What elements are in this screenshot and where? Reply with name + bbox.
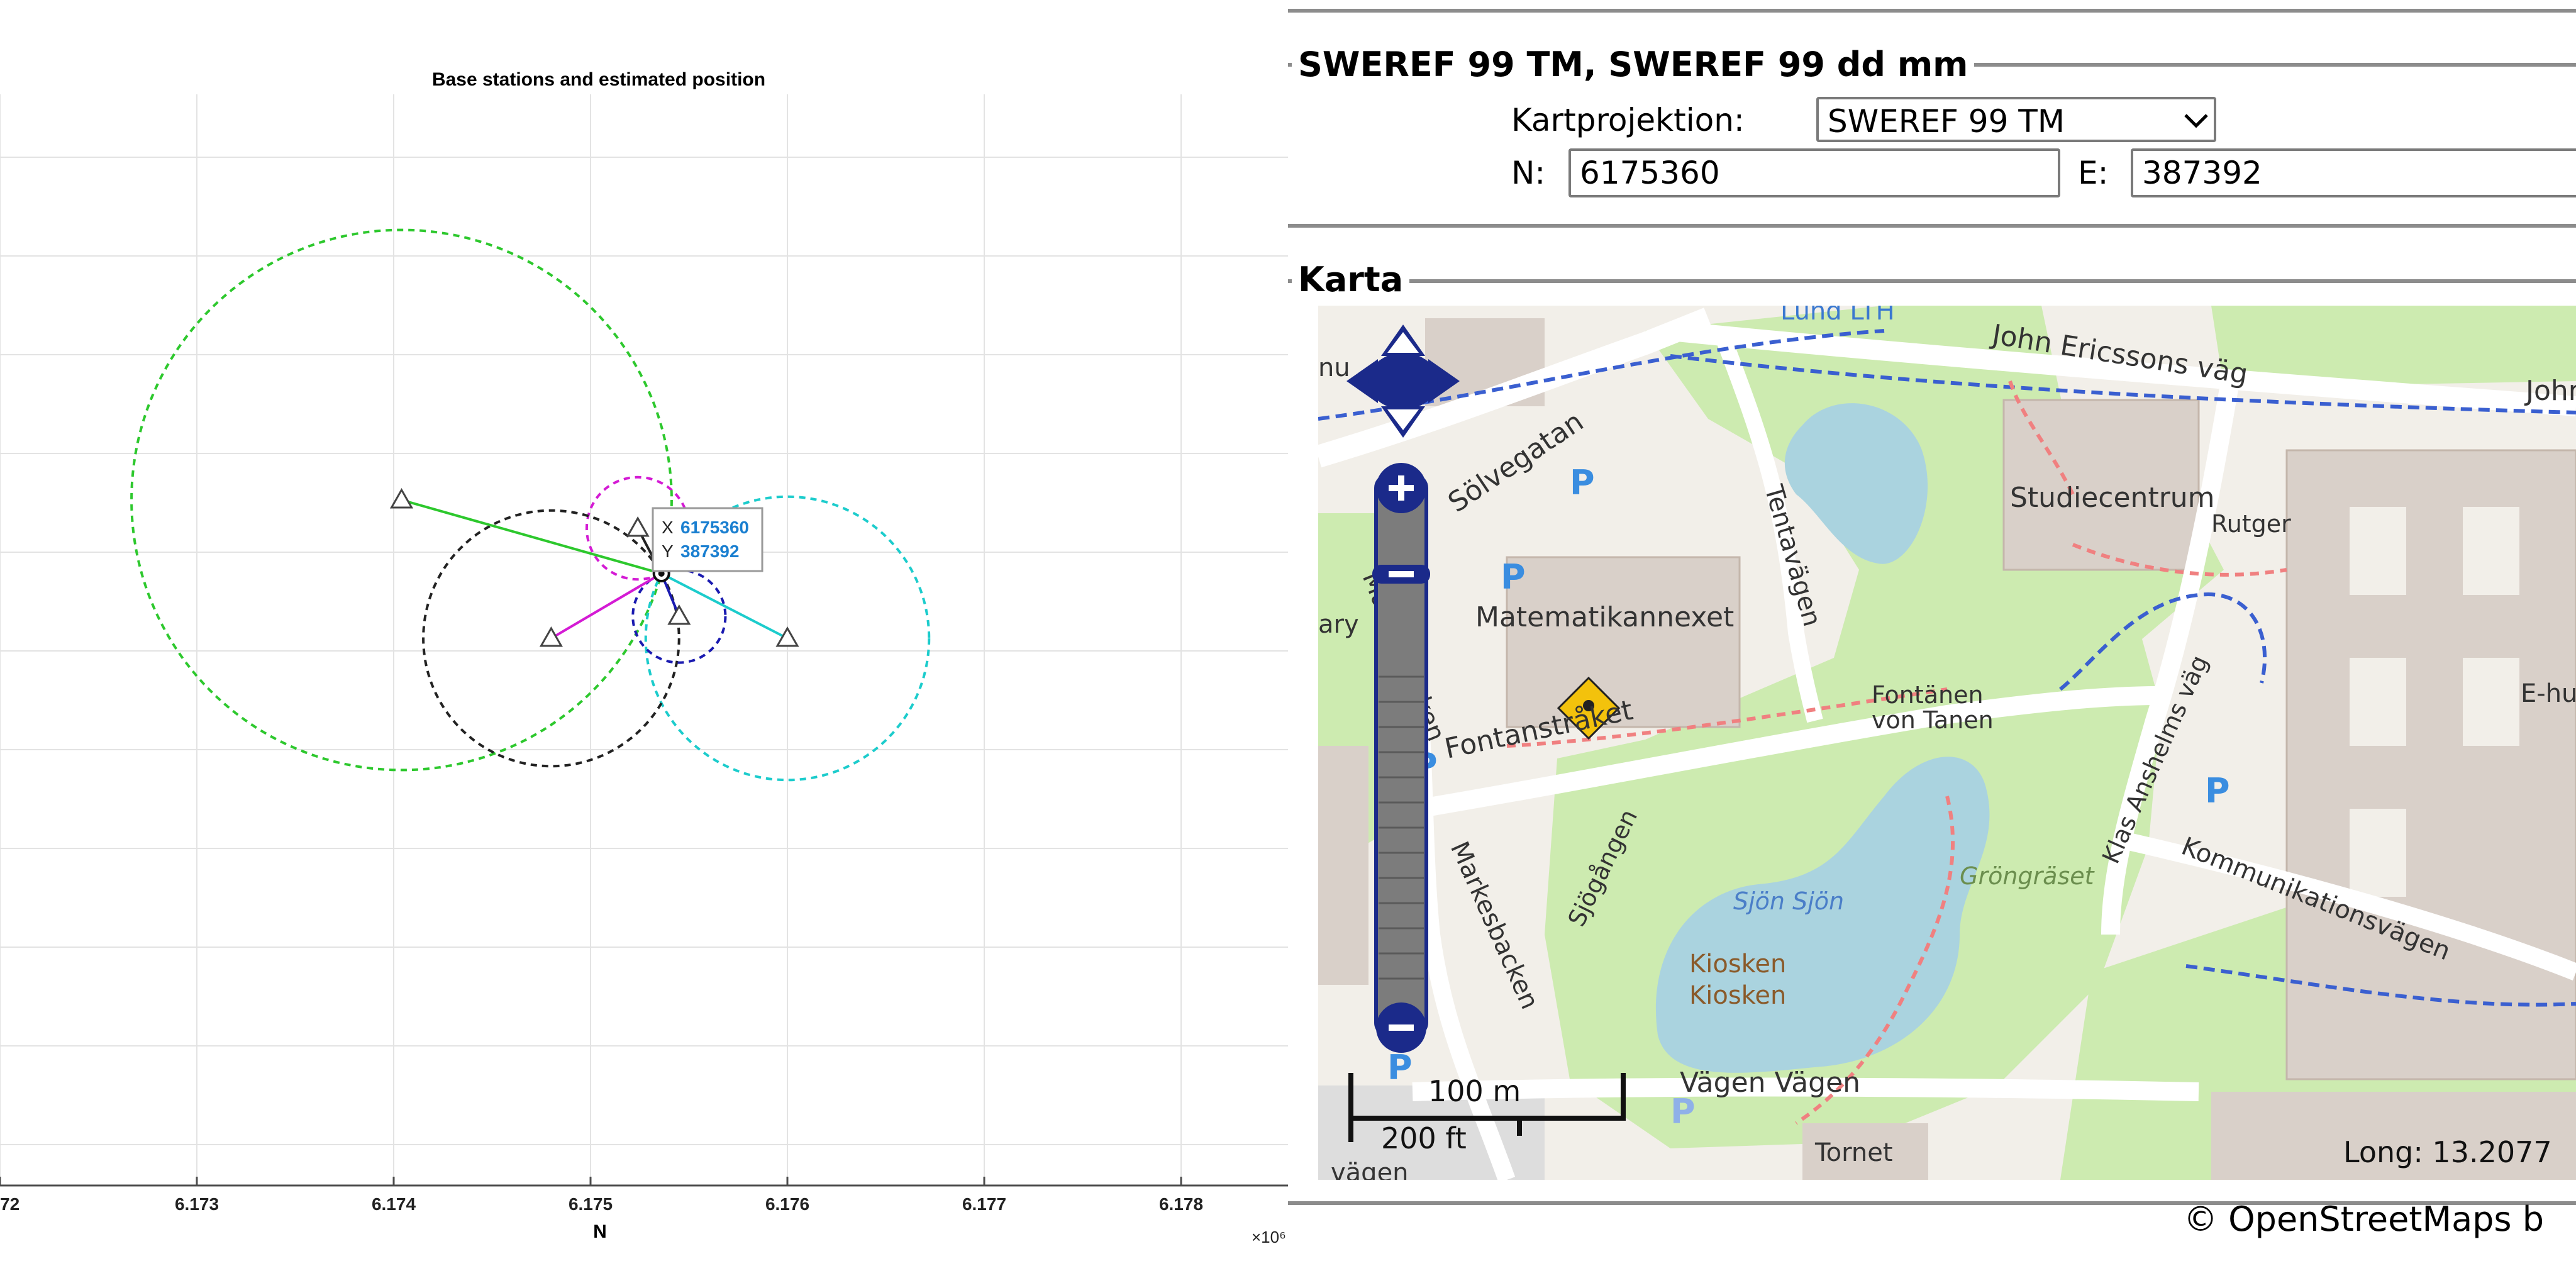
map-label-tornet: Tornet bbox=[1814, 1138, 1893, 1167]
plot-grid bbox=[0, 94, 1288, 1185]
e-input-value: 387392 bbox=[2142, 155, 2262, 191]
building-courtyard-2 bbox=[2350, 658, 2406, 746]
building-courtyard-3 bbox=[2350, 809, 2406, 897]
datatip-x-value: 6175360 bbox=[680, 518, 749, 537]
map-view[interactable]: P P P P P P P Lund LTH John Ericssons vä… bbox=[1318, 306, 2576, 1180]
map-label-vagen: Vägen Vägen bbox=[1680, 1067, 1860, 1099]
map-fieldset-legend: Karta bbox=[1292, 263, 1410, 297]
map-label-grongraset: Gröngräset bbox=[1960, 862, 2096, 890]
building-e-huset bbox=[2285, 449, 2576, 1080]
coord-fieldset bbox=[1288, 63, 2576, 228]
base-station-marker bbox=[539, 626, 563, 647]
base-station-marker bbox=[389, 487, 414, 509]
e-label: E: bbox=[2078, 155, 2109, 191]
map-label-lund-lth: Lund LTH bbox=[1780, 306, 1895, 326]
x-axis-exponent: ×10⁶ bbox=[1252, 1228, 1286, 1246]
chevron-down-icon bbox=[2184, 114, 2208, 128]
plot-panel: 72 6.173 6.174 6.175 6.176 6.177 6.178 X 61753… bbox=[0, 0, 1288, 1288]
map-label-ary: ary bbox=[1318, 610, 1359, 639]
building-west bbox=[1318, 746, 1368, 985]
x-tick-label: 6.175 bbox=[569, 1194, 613, 1214]
projection-label: Kartprojektion: bbox=[1511, 102, 1745, 138]
plot-canvas: 72 6.173 6.174 6.175 6.176 6.177 6.178 X 61753… bbox=[0, 69, 1288, 1246]
pan-center bbox=[1368, 353, 1438, 409]
map-label-sjon-sjon: Sjön Sjön bbox=[1733, 887, 1844, 915]
zoom-track[interactable] bbox=[1374, 474, 1428, 1037]
base-station-marker bbox=[626, 516, 650, 537]
map-canvas[interactable]: P P P P P P P Lund LTH John Ericssons vä… bbox=[1318, 306, 2576, 1180]
datatip-y-value: 387392 bbox=[680, 541, 739, 561]
projection-select-value: SWEREF 99 TM bbox=[1828, 103, 2065, 140]
x-tick-label: 6.177 bbox=[962, 1194, 1006, 1214]
n-label: N: bbox=[1511, 155, 1546, 191]
map-label-rutger: Rutger bbox=[2211, 510, 2291, 538]
base-station-marker bbox=[667, 604, 691, 625]
x-tick-label: 72 bbox=[0, 1194, 19, 1214]
map-label-fontanen: Fontänen bbox=[1872, 681, 1984, 709]
base-station-marker bbox=[775, 626, 799, 647]
n-input[interactable]: 6175360 bbox=[1568, 148, 2060, 197]
datatip-y-label: Y bbox=[662, 541, 674, 561]
map-label-studiecentrum: Studiecentrum bbox=[2010, 482, 2215, 514]
zoom-bar[interactable] bbox=[1370, 463, 1433, 1054]
parking-icon-5: P bbox=[2205, 771, 2230, 811]
datatip-x-label: X bbox=[662, 518, 674, 537]
parking-icon-2: P bbox=[1570, 463, 1595, 502]
map-label-von-tanen: von Tanen bbox=[1872, 706, 1994, 734]
x-tick-label: 6.176 bbox=[765, 1194, 809, 1214]
projection-select[interactable]: SWEREF 99 TM bbox=[1816, 97, 2216, 142]
map-label-kiosken-1: Kiosken bbox=[1689, 950, 1786, 979]
map-label-matematikannexet: Matematikannexet bbox=[1475, 601, 1734, 633]
map-label-e-huset: E-hu bbox=[2521, 679, 2576, 708]
building-courtyard-5 bbox=[2463, 658, 2519, 746]
building-courtyard-1 bbox=[2350, 507, 2406, 595]
map-label-john2: Johr bbox=[2524, 375, 2576, 407]
parking-icon-3: P bbox=[1501, 557, 1526, 597]
x-axis-label: N bbox=[593, 1221, 607, 1242]
long-readout: Long: 13.2077 bbox=[2343, 1135, 2552, 1169]
plot-title: Base stations and estimated position bbox=[432, 69, 765, 90]
x-tick-label: 6.173 bbox=[175, 1194, 219, 1214]
datatip[interactable]: X 6175360 Y 387392 bbox=[652, 507, 763, 572]
scale-ft-label: 200 ft bbox=[1381, 1121, 1467, 1155]
map-label-vagen-bottom: vägen bbox=[1331, 1158, 1409, 1180]
building-courtyard-4 bbox=[2463, 507, 2519, 595]
e-input[interactable]: 387392 bbox=[2131, 148, 2576, 197]
pan-control[interactable] bbox=[1343, 318, 1463, 444]
top-divider bbox=[1288, 9, 2576, 13]
n-input-value: 6175360 bbox=[1580, 155, 1720, 191]
x-tick-label: 6.174 bbox=[372, 1194, 416, 1214]
x-tick-label: 6.178 bbox=[1159, 1194, 1203, 1214]
map-label-kiosken-2: Kiosken bbox=[1689, 981, 1786, 1010]
minus-icon bbox=[1389, 1024, 1414, 1031]
x-ticks: 72 6.173 6.174 6.175 6.176 6.177 6.178 bbox=[0, 1177, 1203, 1214]
map-copyright: © OpenStreetMaps b bbox=[2184, 1199, 2545, 1239]
scale-m-label: 100 m bbox=[1428, 1074, 1521, 1108]
coord-fieldset-legend: SWEREF 99 TM, SWEREF 99 dd mm bbox=[1292, 48, 1975, 82]
range-circles bbox=[130, 228, 931, 782]
